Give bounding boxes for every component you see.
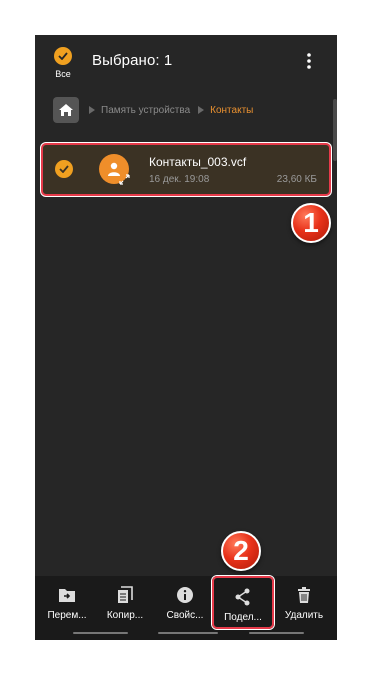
nav-indicator-middle bbox=[158, 632, 218, 634]
delete-label: Удалить bbox=[284, 610, 324, 621]
file-date: 16 дек. 19:08 bbox=[149, 174, 210, 185]
file-list-item[interactable]: Контакты_003.vcf 16 дек. 19:08 23,60 КБ bbox=[41, 143, 331, 196]
expand-arrows-icon bbox=[119, 174, 130, 185]
trash-icon bbox=[298, 586, 310, 603]
phone-screen: Все Выбрано: 1 Память устройства Контакт… bbox=[35, 35, 337, 640]
contact-file-icon bbox=[99, 154, 131, 186]
nav-indicator-right bbox=[249, 632, 304, 634]
breadcrumb-arrow-icon bbox=[198, 106, 205, 114]
info-icon bbox=[177, 587, 193, 603]
selection-header: Все Выбрано: 1 bbox=[35, 35, 337, 90]
properties-label: Свойс... bbox=[166, 610, 204, 621]
file-size: 23,60 КБ bbox=[276, 174, 317, 185]
share-icon bbox=[235, 588, 250, 606]
move-button[interactable]: Перем... bbox=[41, 576, 93, 626]
nav-indicator-left bbox=[73, 632, 128, 634]
select-all-label: Все bbox=[55, 69, 71, 79]
step-marker-2: 2 bbox=[221, 531, 261, 571]
share-button[interactable]: Подел... bbox=[212, 576, 274, 629]
page-title: Выбрано: 1 bbox=[92, 52, 173, 69]
delete-button[interactable]: Удалить bbox=[277, 576, 331, 626]
properties-button[interactable]: Свойс... bbox=[159, 576, 211, 626]
more-options-icon[interactable] bbox=[303, 51, 315, 71]
share-label: Подел... bbox=[224, 612, 262, 623]
breadcrumb-arrow-icon bbox=[89, 106, 95, 114]
home-button[interactable] bbox=[53, 97, 79, 123]
bottom-action-bar: Перем... Копир... Свойс... Подел... Удал… bbox=[35, 576, 337, 640]
file-name: Контакты_003.vcf bbox=[149, 155, 247, 169]
move-icon bbox=[59, 589, 75, 602]
copy-button[interactable]: Копир... bbox=[99, 576, 151, 626]
breadcrumb: Память устройства Контакты bbox=[53, 97, 333, 123]
check-all-icon bbox=[54, 47, 72, 65]
scrollbar[interactable] bbox=[333, 99, 337, 161]
step-marker-1: 1 bbox=[291, 203, 331, 243]
breadcrumb-item-device-storage[interactable]: Память устройства bbox=[101, 105, 190, 116]
copy-icon bbox=[118, 586, 133, 603]
move-label: Перем... bbox=[47, 610, 87, 621]
copy-label: Копир... bbox=[106, 610, 144, 621]
item-check-icon[interactable] bbox=[55, 160, 73, 178]
select-all-button[interactable]: Все bbox=[47, 47, 79, 85]
breadcrumb-item-contacts[interactable]: Контакты bbox=[210, 105, 253, 116]
home-icon bbox=[59, 104, 73, 116]
